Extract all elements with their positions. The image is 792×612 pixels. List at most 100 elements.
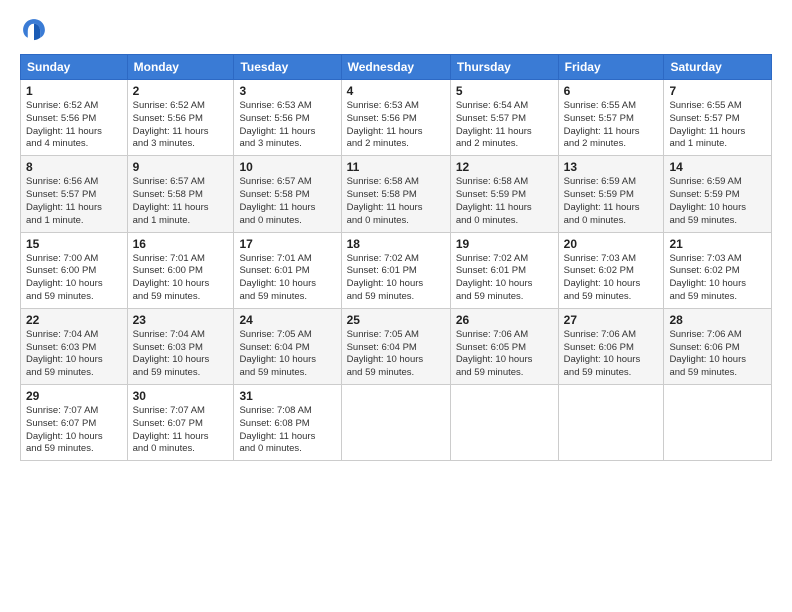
calendar-cell: 3 Sunrise: 6:53 AM Sunset: 5:56 PM Daylig…	[234, 80, 341, 156]
calendar-cell: 8 Sunrise: 6:56 AM Sunset: 5:57 PM Daylig…	[21, 156, 128, 232]
day-number: 30	[133, 389, 229, 403]
calendar-table: SundayMondayTuesdayWednesdayThursdayFrid…	[20, 54, 772, 461]
header	[20, 16, 772, 44]
calendar-cell: 29 Sunrise: 7:07 AM Sunset: 6:07 PM Dayli…	[21, 385, 128, 461]
calendar-header-row: SundayMondayTuesdayWednesdayThursdayFrid…	[21, 55, 772, 80]
calendar-cell: 15 Sunrise: 7:00 AM Sunset: 6:00 PM Dayli…	[21, 232, 128, 308]
day-info: Sunrise: 6:58 AM Sunset: 5:58 PM Dayligh…	[347, 176, 445, 227]
calendar-week-3: 15 Sunrise: 7:00 AM Sunset: 6:00 PM Dayli…	[21, 232, 772, 308]
day-number: 10	[239, 160, 335, 174]
day-info: Sunrise: 6:53 AM Sunset: 5:56 PM Dayligh…	[347, 100, 445, 151]
day-info: Sunrise: 7:06 AM Sunset: 6:05 PM Dayligh…	[456, 329, 553, 380]
day-info: Sunrise: 7:06 AM Sunset: 6:06 PM Dayligh…	[669, 329, 766, 380]
day-number: 17	[239, 237, 335, 251]
day-info: Sunrise: 7:02 AM Sunset: 6:01 PM Dayligh…	[347, 253, 445, 304]
calendar-header-friday: Friday	[558, 55, 664, 80]
day-number: 12	[456, 160, 553, 174]
day-number: 16	[133, 237, 229, 251]
day-number: 15	[26, 237, 122, 251]
day-number: 3	[239, 84, 335, 98]
calendar-cell: 24 Sunrise: 7:05 AM Sunset: 6:04 PM Dayli…	[234, 308, 341, 384]
calendar-header-saturday: Saturday	[664, 55, 772, 80]
day-info: Sunrise: 7:03 AM Sunset: 6:02 PM Dayligh…	[564, 253, 659, 304]
day-info: Sunrise: 6:56 AM Sunset: 5:57 PM Dayligh…	[26, 176, 122, 227]
day-info: Sunrise: 7:08 AM Sunset: 6:08 PM Dayligh…	[239, 405, 335, 456]
day-number: 7	[669, 84, 766, 98]
calendar-cell: 5 Sunrise: 6:54 AM Sunset: 5:57 PM Daylig…	[450, 80, 558, 156]
day-info: Sunrise: 6:54 AM Sunset: 5:57 PM Dayligh…	[456, 100, 553, 151]
calendar-cell: 20Sunrise: 7:03 AM Sunset: 6:02 PM Dayli…	[558, 232, 664, 308]
day-number: 21	[669, 237, 766, 251]
day-number: 4	[347, 84, 445, 98]
day-info: Sunrise: 7:07 AM Sunset: 6:07 PM Dayligh…	[133, 405, 229, 456]
calendar-cell: 19 Sunrise: 7:02 AM Sunset: 6:01 PM Dayli…	[450, 232, 558, 308]
calendar-cell: 25 Sunrise: 7:05 AM Sunset: 6:04 PM Dayli…	[341, 308, 450, 384]
calendar-cell: 14 Sunrise: 6:59 AM Sunset: 5:59 PM Dayli…	[664, 156, 772, 232]
day-info: Sunrise: 7:07 AM Sunset: 6:07 PM Dayligh…	[26, 405, 122, 456]
calendar-cell	[341, 385, 450, 461]
calendar-cell: 4 Sunrise: 6:53 AM Sunset: 5:56 PM Daylig…	[341, 80, 450, 156]
day-info: Sunrise: 6:52 AM Sunset: 5:56 PM Dayligh…	[26, 100, 122, 151]
day-number: 19	[456, 237, 553, 251]
day-number: 2	[133, 84, 229, 98]
day-number: 28	[669, 313, 766, 327]
day-info: Sunrise: 6:53 AM Sunset: 5:56 PM Dayligh…	[239, 100, 335, 151]
day-number: 22	[26, 313, 122, 327]
calendar-cell: 10 Sunrise: 6:57 AM Sunset: 5:58 PM Dayli…	[234, 156, 341, 232]
calendar-cell: 12Sunrise: 6:58 AM Sunset: 5:59 PM Dayli…	[450, 156, 558, 232]
day-number: 5	[456, 84, 553, 98]
calendar-cell: 16 Sunrise: 7:01 AM Sunset: 6:00 PM Dayli…	[127, 232, 234, 308]
calendar-cell: 22Sunrise: 7:04 AM Sunset: 6:03 PM Dayli…	[21, 308, 128, 384]
calendar-header-thursday: Thursday	[450, 55, 558, 80]
calendar-cell	[558, 385, 664, 461]
calendar-cell: 7 Sunrise: 6:55 AM Sunset: 5:57 PM Daylig…	[664, 80, 772, 156]
calendar-cell: 1 Sunrise: 6:52 AM Sunset: 5:56 PM Daylig…	[21, 80, 128, 156]
calendar-cell: 9Sunrise: 6:57 AM Sunset: 5:58 PM Daylig…	[127, 156, 234, 232]
day-info: Sunrise: 7:00 AM Sunset: 6:00 PM Dayligh…	[26, 253, 122, 304]
day-number: 11	[347, 160, 445, 174]
day-info: Sunrise: 6:52 AM Sunset: 5:56 PM Dayligh…	[133, 100, 229, 151]
calendar-week-2: 8 Sunrise: 6:56 AM Sunset: 5:57 PM Daylig…	[21, 156, 772, 232]
day-number: 31	[239, 389, 335, 403]
calendar-cell: 6 Sunrise: 6:55 AM Sunset: 5:57 PM Daylig…	[558, 80, 664, 156]
day-info: Sunrise: 6:55 AM Sunset: 5:57 PM Dayligh…	[564, 100, 659, 151]
logo	[20, 16, 52, 44]
day-info: Sunrise: 7:01 AM Sunset: 6:00 PM Dayligh…	[133, 253, 229, 304]
day-number: 1	[26, 84, 122, 98]
day-number: 29	[26, 389, 122, 403]
calendar-cell: 18 Sunrise: 7:02 AM Sunset: 6:01 PM Dayli…	[341, 232, 450, 308]
logo-icon	[20, 16, 48, 44]
day-info: Sunrise: 7:03 AM Sunset: 6:02 PM Dayligh…	[669, 253, 766, 304]
day-info: Sunrise: 7:06 AM Sunset: 6:06 PM Dayligh…	[564, 329, 659, 380]
calendar-cell: 23Sunrise: 7:04 AM Sunset: 6:03 PM Dayli…	[127, 308, 234, 384]
day-info: Sunrise: 7:04 AM Sunset: 6:03 PM Dayligh…	[133, 329, 229, 380]
day-number: 24	[239, 313, 335, 327]
calendar-cell: 2 Sunrise: 6:52 AM Sunset: 5:56 PM Daylig…	[127, 80, 234, 156]
day-number: 8	[26, 160, 122, 174]
calendar-cell: 17 Sunrise: 7:01 AM Sunset: 6:01 PM Dayli…	[234, 232, 341, 308]
calendar-week-4: 22 Sunrise: 7:04 AM Sunset: 6:03 PM Dayli…	[21, 308, 772, 384]
day-number: 18	[347, 237, 445, 251]
calendar-cell: 21 Sunrise: 7:03 AM Sunset: 6:02 PM Dayli…	[664, 232, 772, 308]
calendar-header-tuesday: Tuesday	[234, 55, 341, 80]
day-number: 25	[347, 313, 445, 327]
day-info: Sunrise: 6:57 AM Sunset: 5:58 PM Dayligh…	[133, 176, 229, 227]
day-info: Sunrise: 7:05 AM Sunset: 6:04 PM Dayligh…	[239, 329, 335, 380]
calendar-cell: 11 Sunrise: 6:58 AM Sunset: 5:58 PM Dayli…	[341, 156, 450, 232]
calendar-cell: 31 Sunrise: 7:08 AM Sunset: 6:08 PM Dayli…	[234, 385, 341, 461]
day-info: Sunrise: 6:57 AM Sunset: 5:58 PM Dayligh…	[239, 176, 335, 227]
calendar-cell	[450, 385, 558, 461]
calendar-header-wednesday: Wednesday	[341, 55, 450, 80]
day-number: 13	[564, 160, 659, 174]
day-info: Sunrise: 7:01 AM Sunset: 6:01 PM Dayligh…	[239, 253, 335, 304]
day-info: Sunrise: 6:59 AM Sunset: 5:59 PM Dayligh…	[669, 176, 766, 227]
day-info: Sunrise: 7:02 AM Sunset: 6:01 PM Dayligh…	[456, 253, 553, 304]
day-info: Sunrise: 7:05 AM Sunset: 6:04 PM Dayligh…	[347, 329, 445, 380]
day-info: Sunrise: 6:55 AM Sunset: 5:57 PM Dayligh…	[669, 100, 766, 151]
calendar-cell: 26Sunrise: 7:06 AM Sunset: 6:05 PM Dayli…	[450, 308, 558, 384]
calendar-cell: 28 Sunrise: 7:06 AM Sunset: 6:06 PM Dayli…	[664, 308, 772, 384]
day-info: Sunrise: 6:59 AM Sunset: 5:59 PM Dayligh…	[564, 176, 659, 227]
day-number: 14	[669, 160, 766, 174]
day-number: 6	[564, 84, 659, 98]
calendar-cell: 13 Sunrise: 6:59 AM Sunset: 5:59 PM Dayli…	[558, 156, 664, 232]
